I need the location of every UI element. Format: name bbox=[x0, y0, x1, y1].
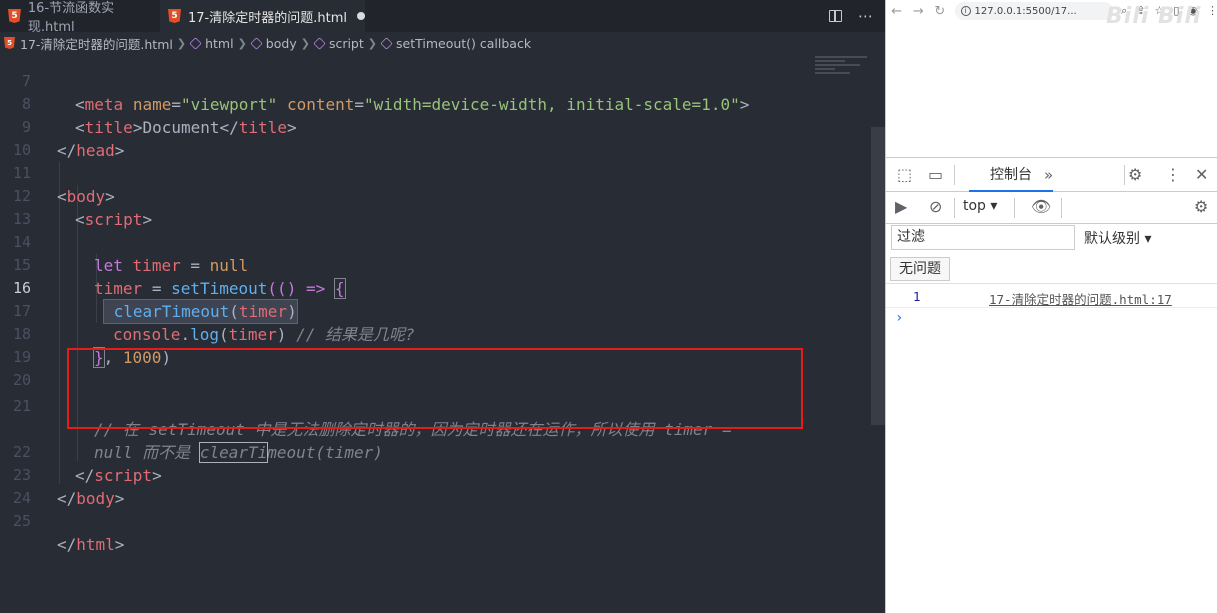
code-line-22: 22 </script> bbox=[12, 443, 162, 485]
issues-button[interactable]: 无问题 bbox=[890, 257, 950, 281]
breadcrumb-html[interactable]: html bbox=[189, 36, 234, 51]
log-source-link[interactable]: 17-清除定时器的问题.html:17 bbox=[989, 289, 1172, 308]
devtools-panel: ⬚ ▭ 控制台 » ⚙ ⋮ ✕ ▶ ⊘ top ▾ 👁 ⚙ 过滤 默认级别 ▾ … bbox=[886, 157, 1217, 613]
more-actions-icon[interactable]: ⋯ bbox=[858, 7, 873, 25]
show-sidebar-icon[interactable]: ▶ bbox=[895, 198, 907, 216]
minimap[interactable] bbox=[815, 52, 870, 92]
breadcrumb-body[interactable]: body bbox=[250, 36, 297, 51]
log-value: 1 bbox=[913, 289, 921, 304]
code-line-12: 12 <script> bbox=[12, 187, 153, 229]
more-tabs-icon[interactable]: » bbox=[1044, 166, 1053, 184]
close-icon[interactable]: ✕ bbox=[1195, 166, 1208, 184]
browser-window: ← → ↻ i 127.0.0.1:5500/17... ⌕ ⇪ ☆ ▯ ◉ ⋮… bbox=[885, 0, 1217, 613]
live-expression-eye-icon[interactable]: 👁 bbox=[1031, 198, 1051, 216]
code-line-10: 10 bbox=[12, 141, 31, 159]
code-line-19: 19 bbox=[12, 348, 31, 366]
tab-label: 16-节流函数实现.html bbox=[27, 1, 115, 35]
filter-input[interactable]: 过滤 bbox=[891, 225, 1075, 250]
breadcrumb-callback[interactable]: setTimeout() callback bbox=[380, 36, 531, 51]
code-line-11: 11 <body> bbox=[12, 164, 115, 206]
address-bar: ← → ↻ i 127.0.0.1:5500/17... ⌕ ⇪ ☆ ▯ ◉ ⋮… bbox=[886, 0, 1217, 29]
console-prompt-icon[interactable]: › bbox=[895, 310, 903, 326]
editor-tab-bar: 5 16-节流函数实现.html 5 17-清除定时器的问题.html ⋯ bbox=[0, 0, 885, 35]
tab-file-17[interactable]: 5 17-清除定时器的问题.html bbox=[160, 0, 365, 32]
code-line-24: 24 bbox=[12, 489, 31, 507]
split-editor-icon[interactable] bbox=[829, 10, 842, 22]
code-line-25: 25 </html> bbox=[12, 512, 125, 554]
code-line-21-wrap: null 而不是 clearTimeout(timer) bbox=[94, 442, 383, 463]
chevron-right-icon: ❯ bbox=[367, 36, 377, 50]
chevron-right-icon: ❯ bbox=[237, 36, 247, 50]
log-levels-select[interactable]: 默认级别 ▾ bbox=[1084, 228, 1151, 248]
reload-icon[interactable]: ↻ bbox=[929, 4, 951, 19]
watermark-logo: Bili Bili bbox=[1106, 4, 1202, 29]
code-line-18: 18 }, 1000) bbox=[12, 325, 172, 368]
html5-file-icon: 5 bbox=[4, 37, 15, 49]
chevron-right-icon: ❯ bbox=[300, 36, 310, 50]
code-line-17: 17 console.log(timer) // 结果是几呢? bbox=[12, 302, 415, 344]
breadcrumb: 5 17-清除定时器的问题.html ❯ html ❯ body ❯ scrip… bbox=[0, 32, 885, 54]
dropdown-arrow-icon: ▾ bbox=[990, 198, 998, 214]
symbol-element-icon bbox=[250, 36, 263, 50]
symbol-element-icon bbox=[313, 36, 326, 50]
chevron-right-icon: ❯ bbox=[176, 36, 187, 50]
symbol-element-icon bbox=[189, 36, 202, 50]
code-line-23: 23 </body> bbox=[12, 466, 125, 508]
filter-row: 过滤 默认级别 ▾ bbox=[886, 225, 1217, 252]
html5-file-icon: 5 bbox=[168, 9, 181, 23]
site-info-icon[interactable]: i bbox=[960, 6, 971, 16]
code-editor[interactable]: 5 16-节流函数实现.html 5 17-清除定时器的问题.html ⋯ 5 … bbox=[0, 0, 885, 613]
back-icon[interactable]: ← bbox=[886, 4, 908, 19]
editor-actions: ⋯ bbox=[829, 0, 873, 32]
tab-file-16[interactable]: 5 16-节流函数实现.html bbox=[0, 0, 160, 35]
url-field[interactable]: i 127.0.0.1:5500/17... bbox=[954, 2, 1114, 20]
code-line-13: 13 bbox=[12, 210, 31, 228]
inspect-element-icon[interactable]: ⬚ bbox=[897, 166, 912, 184]
tab-console[interactable]: 控制台 bbox=[969, 158, 1053, 192]
symbol-method-icon bbox=[380, 36, 393, 50]
tab-label: 17-清除定时器的问题.html bbox=[188, 10, 347, 26]
unsaved-dot-icon[interactable] bbox=[356, 12, 365, 20]
breadcrumb-script[interactable]: script bbox=[313, 36, 364, 51]
console-toolbar: ▶ ⊘ top ▾ 👁 ⚙ bbox=[886, 192, 1217, 224]
code-line-20: 20 bbox=[12, 371, 31, 389]
more-options-icon[interactable]: ⋮ bbox=[1165, 166, 1181, 184]
issues-row: 无问题 bbox=[886, 256, 1217, 284]
code-line-16: 16 clearTimeout(timer) bbox=[12, 279, 298, 324]
code-line-14: 14 let timer = null bbox=[12, 233, 249, 275]
editor-scrollbar[interactable] bbox=[871, 127, 885, 425]
code-line-15: 15 timer = setTimeout(() => { bbox=[12, 256, 346, 299]
forward-icon[interactable]: → bbox=[908, 4, 930, 19]
device-toolbar-icon[interactable]: ▭ bbox=[928, 166, 943, 184]
html5-file-icon: 5 bbox=[8, 9, 21, 23]
browser-menu-icon[interactable]: ⋮ bbox=[1207, 4, 1217, 18]
code-line-9: 9 </head> bbox=[21, 118, 125, 160]
settings-gear-icon[interactable]: ⚙ bbox=[1128, 166, 1142, 184]
breadcrumb-file[interactable]: 5 17-清除定时器的问题.html bbox=[4, 34, 173, 53]
code-line-21: 21 // 在 setTimeout 中是无法删除定时器的，因为定时器还在运作，… bbox=[12, 397, 732, 439]
code-line-8: 8 <title>Document</title> bbox=[21, 95, 297, 137]
devtools-toolbar: ⬚ ▭ 控制台 » ⚙ ⋮ ✕ bbox=[886, 158, 1217, 192]
context-select[interactable]: top ▾ bbox=[963, 198, 997, 214]
dropdown-arrow-icon: ▾ bbox=[1144, 231, 1152, 247]
console-settings-gear-icon[interactable]: ⚙ bbox=[1194, 198, 1208, 216]
clear-console-icon[interactable]: ⊘ bbox=[929, 198, 942, 216]
console-log-row: 1 17-清除定时器的问题.html:17 bbox=[886, 286, 1217, 308]
